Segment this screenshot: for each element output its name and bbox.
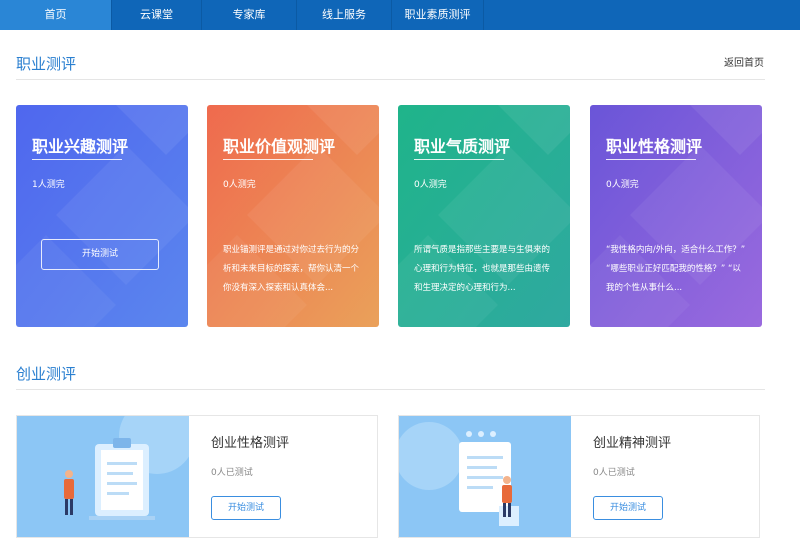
nav-item-career-assessment[interactable]: 职业素质测评: [392, 0, 484, 30]
clipboard-illustration: [17, 416, 189, 537]
section-title-career: 职业测评: [16, 55, 77, 73]
card-description: 职业锚测评是通过对你过去行为的分析和未来目标的探索，帮你认清一个你没有深入探索和…: [223, 245, 360, 293]
clipboard-person-icon: [64, 416, 189, 520]
section-divider: [16, 389, 765, 390]
nav-item-online-service[interactable]: 线上服务: [297, 0, 392, 30]
card-count: 0人测完: [223, 180, 256, 190]
card-title-underline: [606, 159, 696, 160]
card-title: 职业价值观测评: [223, 137, 336, 156]
card-entrepreneur-spirit: 创业精神测评 0人已测试 开始测试: [398, 415, 760, 538]
card-count: 0人测完: [414, 180, 447, 190]
card-title-underline: [32, 159, 122, 160]
card-career-personality: 职业性格测评 0人测完 “我性格内向/外向，适合什么工作？” “哪些职业正好匹配…: [590, 105, 762, 327]
document-person-icon: [399, 422, 519, 526]
nav-item-cloud-class[interactable]: 云课堂: [112, 0, 202, 30]
start-test-button[interactable]: 开始测试: [41, 239, 159, 270]
card-career-values: 职业价值观测评 0人测完 职业锚测评是通过对你过去行为的分析和未来目标的探索，帮…: [207, 105, 379, 327]
start-test-button[interactable]: 开始测试: [593, 496, 663, 520]
section-title-entrepreneurship: 创业测评: [16, 365, 77, 383]
card-entrepreneur-personality: 创业性格测评 0人已测试 开始测试: [16, 415, 378, 538]
card-career-temperament: 职业气质测评 0人测完 所谓气质是指那些主要是与生俱来的心理和行为特征，也就是那…: [398, 105, 570, 327]
card-career-interest: 职业兴趣测评 1人测完 开始测试: [16, 105, 188, 327]
card-count: 0人已测试: [211, 468, 253, 478]
nav-item-experts[interactable]: 专家库: [202, 0, 297, 30]
nav-item-home[interactable]: 首页: [0, 0, 112, 30]
back-home-link[interactable]: 返回首页: [724, 54, 764, 69]
card-title-underline: [223, 159, 313, 160]
start-test-button[interactable]: 开始测试: [211, 496, 281, 520]
card-title: 职业性格测评: [606, 137, 703, 156]
card-count: 0人测完: [606, 180, 639, 190]
card-title: 创业性格测评: [211, 436, 290, 451]
card-title: 职业气质测评: [414, 137, 511, 156]
document-illustration: [399, 416, 571, 537]
card-count: 0人已测试: [593, 468, 635, 478]
card-description: 所谓气质是指那些主要是与生俱来的心理和行为特征，也就是那些由遗传和生理决定的心理…: [414, 245, 551, 293]
section-divider: [16, 79, 765, 80]
card-count: 1人测完: [32, 180, 65, 190]
card-title-underline: [414, 159, 504, 160]
card-title: 创业精神测评: [593, 436, 672, 451]
card-title: 职业兴趣测评: [32, 137, 129, 156]
card-description: “我性格内向/外向，适合什么工作？” “哪些职业正好匹配我的性格？” “以我的个…: [606, 245, 746, 293]
top-nav: 首页 云课堂 专家库 线上服务 职业素质测评: [0, 0, 800, 30]
